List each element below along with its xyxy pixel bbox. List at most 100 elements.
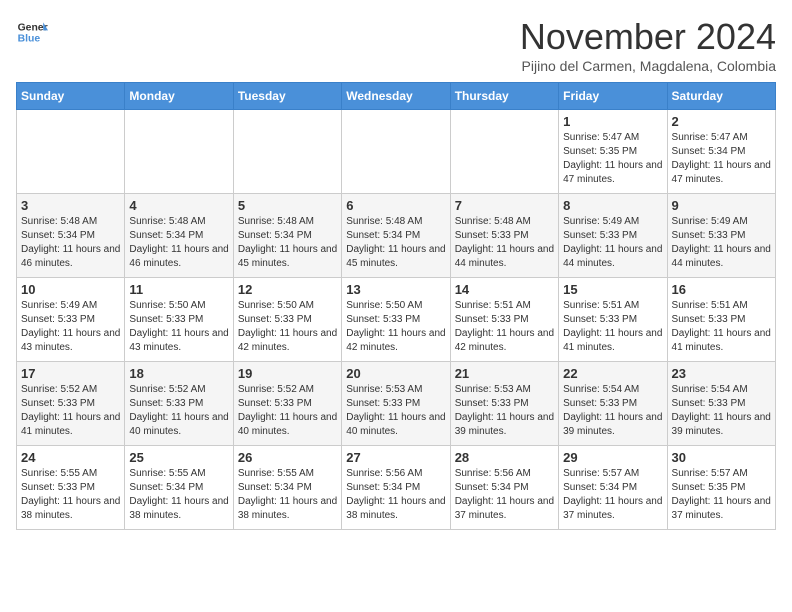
day-info: Sunrise: 5:56 AMSunset: 5:34 PMDaylight:…: [455, 467, 554, 523]
day-info: Sunrise: 5:54 AMSunset: 5:33 PMDaylight:…: [563, 383, 662, 439]
day-number: 20: [346, 366, 445, 381]
calendar-cell: 3 Sunrise: 5:48 AMSunset: 5:34 PMDaylight…: [17, 194, 125, 278]
day-info: Sunrise: 5:50 AMSunset: 5:33 PMDaylight:…: [346, 299, 445, 355]
calendar-cell: 29 Sunrise: 5:57 AMSunset: 5:34 PMDayligh…: [559, 446, 667, 530]
day-info: Sunrise: 5:56 AMSunset: 5:34 PMDaylight:…: [346, 467, 445, 523]
calendar-week-2: 3 Sunrise: 5:48 AMSunset: 5:34 PMDaylight…: [17, 194, 776, 278]
day-number: 27: [346, 450, 445, 465]
calendar-week-3: 10 Sunrise: 5:49 AMSunset: 5:33 PMDayligh…: [17, 278, 776, 362]
calendar-cell: 26 Sunrise: 5:55 AMSunset: 5:34 PMDayligh…: [233, 446, 341, 530]
day-info: Sunrise: 5:49 AMSunset: 5:33 PMDaylight:…: [563, 215, 662, 271]
day-info: Sunrise: 5:48 AMSunset: 5:34 PMDaylight:…: [21, 215, 120, 271]
calendar-cell: 20 Sunrise: 5:53 AMSunset: 5:33 PMDayligh…: [342, 362, 450, 446]
day-number: 12: [238, 282, 337, 297]
calendar-table: SundayMondayTuesdayWednesdayThursdayFrid…: [16, 82, 776, 530]
calendar-cell: 21 Sunrise: 5:53 AMSunset: 5:33 PMDayligh…: [450, 362, 558, 446]
day-number: 23: [672, 366, 771, 381]
calendar-cell: 18 Sunrise: 5:52 AMSunset: 5:33 PMDayligh…: [125, 362, 233, 446]
day-info: Sunrise: 5:50 AMSunset: 5:33 PMDaylight:…: [238, 299, 337, 355]
calendar-cell: 2Sunrise: 5:47 AMSunset: 5:34 PMDaylight…: [667, 110, 775, 194]
day-number: 3: [21, 198, 120, 213]
day-header-saturday: Saturday: [667, 83, 775, 110]
day-info: Sunrise: 5:55 AMSunset: 5:34 PMDaylight:…: [129, 467, 228, 523]
day-number: 8: [563, 198, 662, 213]
calendar-cell: 12 Sunrise: 5:50 AMSunset: 5:33 PMDayligh…: [233, 278, 341, 362]
calendar-week-1: 1 Sunrise: 5:47 AMSunset: 5:35 PMDaylight…: [17, 110, 776, 194]
calendar-week-5: 24 Sunrise: 5:55 AMSunset: 5:33 PMDayligh…: [17, 446, 776, 530]
day-number: 6: [346, 198, 445, 213]
calendar-cell: [342, 110, 450, 194]
calendar-cell: [125, 110, 233, 194]
day-number: 9: [672, 198, 771, 213]
day-number: 21: [455, 366, 554, 381]
day-number: 7: [455, 198, 554, 213]
day-info: Sunrise: 5:52 AMSunset: 5:33 PMDaylight:…: [129, 383, 228, 439]
day-info: Sunrise: 5:57 AMSunset: 5:35 PMDaylight:…: [672, 467, 771, 523]
calendar-cell: 16 Sunrise: 5:51 AMSunset: 5:33 PMDayligh…: [667, 278, 775, 362]
calendar-cell: 7 Sunrise: 5:48 AMSunset: 5:33 PMDaylight…: [450, 194, 558, 278]
calendar-cell: 9 Sunrise: 5:49 AMSunset: 5:33 PMDaylight…: [667, 194, 775, 278]
day-info: Sunrise: 5:48 AMSunset: 5:34 PMDaylight:…: [346, 215, 445, 271]
day-number: 22: [563, 366, 662, 381]
day-info: Sunrise: 5:51 AMSunset: 5:33 PMDaylight:…: [563, 299, 662, 355]
day-info: Sunrise: 5:55 AMSunset: 5:34 PMDaylight:…: [238, 467, 337, 523]
day-number: 29: [563, 450, 662, 465]
logo: General Blue: [16, 16, 48, 48]
calendar-cell: 13 Sunrise: 5:50 AMSunset: 5:33 PMDayligh…: [342, 278, 450, 362]
day-number: 30: [672, 450, 771, 465]
calendar-cell: 28Sunrise: 5:56 AMSunset: 5:34 PMDayligh…: [450, 446, 558, 530]
calendar-cell: 22 Sunrise: 5:54 AMSunset: 5:33 PMDayligh…: [559, 362, 667, 446]
day-number: 11: [129, 282, 228, 297]
calendar-header-row: SundayMondayTuesdayWednesdayThursdayFrid…: [17, 83, 776, 110]
day-number: 13: [346, 282, 445, 297]
calendar-cell: 19 Sunrise: 5:52 AMSunset: 5:33 PMDayligh…: [233, 362, 341, 446]
calendar-cell: 5Sunrise: 5:48 AMSunset: 5:34 PMDaylight…: [233, 194, 341, 278]
day-info: Sunrise: 5:49 AMSunset: 5:33 PMDaylight:…: [672, 215, 771, 271]
day-header-tuesday: Tuesday: [233, 83, 341, 110]
title-block: November 2024 Pijino del Carmen, Magdale…: [520, 16, 776, 74]
day-info: Sunrise: 5:49 AMSunset: 5:33 PMDaylight:…: [21, 299, 120, 355]
logo-icon: General Blue: [16, 16, 48, 48]
svg-text:Blue: Blue: [18, 34, 41, 45]
day-info: Sunrise: 5:47 AMSunset: 5:35 PMDaylight:…: [563, 131, 662, 187]
calendar-cell: 10 Sunrise: 5:49 AMSunset: 5:33 PMDayligh…: [17, 278, 125, 362]
day-header-thursday: Thursday: [450, 83, 558, 110]
day-info: Sunrise: 5:53 AMSunset: 5:33 PMDaylight:…: [455, 383, 554, 439]
day-info: Sunrise: 5:53 AMSunset: 5:33 PMDaylight:…: [346, 383, 445, 439]
day-info: Sunrise: 5:57 AMSunset: 5:34 PMDaylight:…: [563, 467, 662, 523]
day-number: 1: [563, 114, 662, 129]
calendar-cell: 11 Sunrise: 5:50 AMSunset: 5:33 PMDayligh…: [125, 278, 233, 362]
day-number: 4: [129, 198, 228, 213]
day-header-friday: Friday: [559, 83, 667, 110]
day-info: Sunrise: 5:51 AMSunset: 5:33 PMDaylight:…: [672, 299, 771, 355]
month-title: November 2024: [520, 16, 776, 58]
day-info: Sunrise: 5:48 AMSunset: 5:33 PMDaylight:…: [455, 215, 554, 271]
day-number: 24: [21, 450, 120, 465]
calendar-cell: 15Sunrise: 5:51 AMSunset: 5:33 PMDayligh…: [559, 278, 667, 362]
calendar-cell: 25Sunrise: 5:55 AMSunset: 5:34 PMDayligh…: [125, 446, 233, 530]
day-number: 26: [238, 450, 337, 465]
day-header-sunday: Sunday: [17, 83, 125, 110]
day-info: Sunrise: 5:52 AMSunset: 5:33 PMDaylight:…: [238, 383, 337, 439]
day-number: 16: [672, 282, 771, 297]
calendar-cell: [233, 110, 341, 194]
day-number: 10: [21, 282, 120, 297]
calendar-cell: 23Sunrise: 5:54 AMSunset: 5:33 PMDayligh…: [667, 362, 775, 446]
day-number: 14: [455, 282, 554, 297]
day-info: Sunrise: 5:48 AMSunset: 5:34 PMDaylight:…: [129, 215, 228, 271]
calendar-cell: 14Sunrise: 5:51 AMSunset: 5:33 PMDayligh…: [450, 278, 558, 362]
day-number: 19: [238, 366, 337, 381]
page-header: General Blue November 2024 Pijino del Ca…: [16, 16, 776, 74]
calendar-cell: [17, 110, 125, 194]
day-number: 2: [672, 114, 771, 129]
calendar-cell: 30 Sunrise: 5:57 AMSunset: 5:35 PMDayligh…: [667, 446, 775, 530]
calendar-cell: 1 Sunrise: 5:47 AMSunset: 5:35 PMDaylight…: [559, 110, 667, 194]
day-info: Sunrise: 5:55 AMSunset: 5:33 PMDaylight:…: [21, 467, 120, 523]
day-info: Sunrise: 5:50 AMSunset: 5:33 PMDaylight:…: [129, 299, 228, 355]
calendar-week-4: 17 Sunrise: 5:52 AMSunset: 5:33 PMDayligh…: [17, 362, 776, 446]
day-number: 17: [21, 366, 120, 381]
day-number: 5: [238, 198, 337, 213]
day-info: Sunrise: 5:52 AMSunset: 5:33 PMDaylight:…: [21, 383, 120, 439]
day-number: 18: [129, 366, 228, 381]
calendar-cell: 8 Sunrise: 5:49 AMSunset: 5:33 PMDaylight…: [559, 194, 667, 278]
